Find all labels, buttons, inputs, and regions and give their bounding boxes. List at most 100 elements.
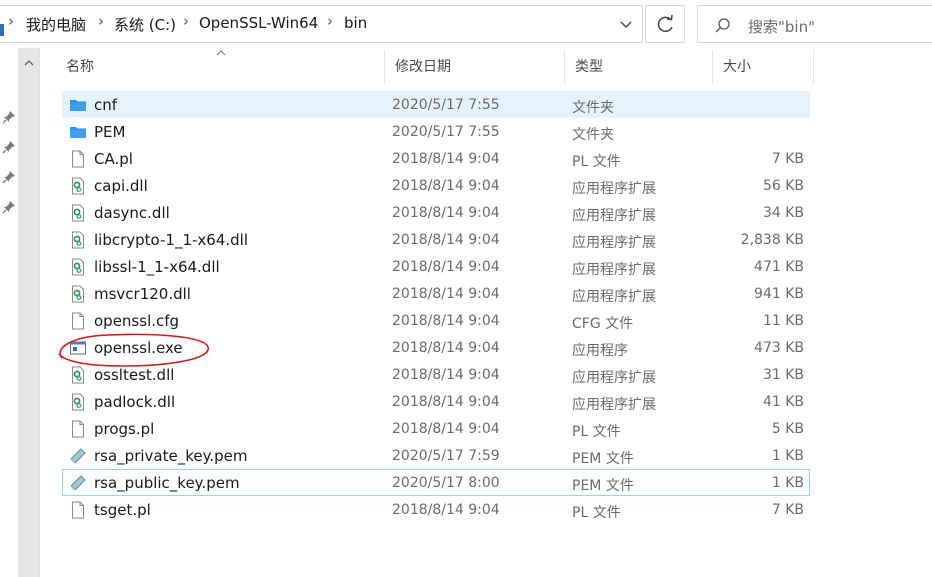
file-name: tsget.pl <box>94 501 151 519</box>
file-size: 5 KB <box>771 421 804 437</box>
file-icon <box>69 312 87 330</box>
refresh-icon <box>657 14 673 33</box>
navigation-scrollbar[interactable] <box>18 48 40 577</box>
file-name: rsa_public_key.pem <box>94 474 240 492</box>
address-bar-area: › 我的电脑 › 系统 (C:) › OpenSSL-Win64 › bin 搜… <box>0 0 932 48</box>
file-type: PEM 文件 <box>572 451 634 467</box>
file-row-libssl-1-1-x64-dll[interactable]: libssl-1_1-x64.dll 2018/8/14 9:04 应用程序扩展 47… <box>62 253 810 280</box>
file-size: 471 KB <box>754 259 804 275</box>
file-type: 应用程序扩展 <box>572 262 656 278</box>
file-date: 2018/8/14 9:04 <box>392 232 500 248</box>
column-header-date[interactable]: 修改日期 <box>385 50 565 84</box>
breadcrumb-c-drive[interactable]: 系统 (C:) <box>114 14 176 35</box>
dll-icon <box>69 393 87 411</box>
folder-icon <box>69 123 87 141</box>
file-date: 2020/5/17 7:55 <box>392 124 500 140</box>
file-date: 2018/8/14 9:04 <box>392 421 500 437</box>
file-type: 应用程序扩展 <box>572 370 656 386</box>
file-row-ossltest-dll[interactable]: ossltest.dll 2018/8/14 9:04 应用程序扩展 31 KB <box>62 361 810 388</box>
file-size: 2,838 KB <box>740 232 804 248</box>
navigation-pane-strip <box>0 48 18 577</box>
file-name: openssl.exe <box>94 339 183 357</box>
file-date: 2018/8/14 9:04 <box>392 151 500 167</box>
search-icon <box>715 18 730 33</box>
file-name: libssl-1_1-x64.dll <box>94 258 220 276</box>
file-date: 2018/8/14 9:04 <box>392 313 500 329</box>
file-type: 应用程序扩展 <box>572 397 656 413</box>
column-header-type[interactable]: 类型 <box>565 50 713 84</box>
file-row-padlock-dll[interactable]: padlock.dll 2018/8/14 9:04 应用程序扩展 41 KB <box>62 388 810 415</box>
dll-icon <box>69 285 87 303</box>
file-size: 1 KB <box>771 475 804 491</box>
dll-icon <box>69 258 87 276</box>
search-placeholder: 搜索"bin" <box>748 18 815 36</box>
file-row-libcrypto-1-1-x64-dll[interactable]: libcrypto-1_1-x64.dll 2018/8/14 9:04 应用程序扩… <box>62 226 810 253</box>
file-type: 应用程序扩展 <box>572 181 656 197</box>
file-row-openssl-cfg[interactable]: openssl.cfg 2018/8/14 9:04 CFG 文件 11 KB <box>62 307 810 334</box>
chevron-right-icon[interactable]: › <box>327 12 333 30</box>
file-date: 2020/5/17 7:59 <box>392 448 500 464</box>
file-row-progs-pl[interactable]: progs.pl 2018/8/14 9:04 PL 文件 5 KB <box>62 415 810 442</box>
file-size: 1 KB <box>771 448 804 464</box>
dll-icon <box>69 204 87 222</box>
address-bar[interactable] <box>0 5 643 43</box>
scroll-up-icon[interactable] <box>18 56 40 70</box>
file-icon <box>69 501 87 519</box>
file-row-dasync-dll[interactable]: dasync.dll 2018/8/14 9:04 应用程序扩展 34 KB <box>62 199 810 226</box>
file-date: 2020/5/17 8:00 <box>392 475 500 491</box>
file-row-ca-pl[interactable]: CA.pl 2018/8/14 9:04 PL 文件 7 KB <box>62 145 810 172</box>
pem-icon <box>69 474 87 492</box>
pin-icon[interactable] <box>2 110 16 124</box>
file-row-rsa-private-key-pem[interactable]: rsa_private_key.pem 2020/5/17 7:59 PEM 文件 1… <box>62 442 810 469</box>
file-size: 56 KB <box>762 178 804 194</box>
file-row-rsa-public-key-pem[interactable]: rsa_public_key.pem 2020/5/17 8:00 PEM 文件 1 … <box>62 469 810 496</box>
refresh-button[interactable] <box>645 5 685 43</box>
file-name: progs.pl <box>94 420 155 438</box>
file-icon <box>69 150 87 168</box>
file-type: CFG 文件 <box>572 316 634 332</box>
file-name: CA.pl <box>94 150 133 168</box>
chevron-right-icon[interactable]: › <box>98 12 104 30</box>
file-size: 11 KB <box>762 313 804 329</box>
chevron-right-icon[interactable]: › <box>183 12 189 30</box>
file-row-openssl-exe[interactable]: openssl.exe 2018/8/14 9:04 应用程序 473 KB <box>62 334 810 361</box>
file-row-tsget-pl[interactable]: tsget.pl 2018/8/14 9:04 PL 文件 7 KB <box>62 496 810 523</box>
dll-icon <box>69 231 87 249</box>
file-type: PL 文件 <box>572 505 621 521</box>
dll-icon <box>69 366 87 384</box>
address-history-dropdown[interactable] <box>614 14 638 36</box>
pem-icon <box>69 447 87 465</box>
file-list: cnf 2020/5/17 7:55 文件夹 PEM 2020/5/17 7:55 文件夹… <box>62 91 812 523</box>
exe-icon <box>69 339 87 357</box>
file-type: PL 文件 <box>572 424 621 440</box>
file-size: 7 KB <box>771 502 804 518</box>
pin-icon[interactable] <box>2 140 16 154</box>
file-type: PEM 文件 <box>572 478 634 494</box>
file-name: msvcr120.dll <box>94 285 191 303</box>
file-name: openssl.cfg <box>94 312 180 330</box>
file-type: 文件夹 <box>572 100 614 116</box>
file-date: 2018/8/14 9:04 <box>392 178 500 194</box>
pin-icon[interactable] <box>2 200 16 214</box>
sort-ascending-icon <box>216 50 226 56</box>
chevron-down-icon <box>620 21 632 28</box>
file-size: 41 KB <box>762 394 804 410</box>
search-input[interactable]: 搜索"bin" <box>697 5 932 43</box>
file-date: 2018/8/14 9:04 <box>392 394 500 410</box>
breadcrumb-openssl[interactable]: OpenSSL-Win64 <box>199 14 318 32</box>
column-header-size[interactable]: 大小 <box>713 50 814 84</box>
file-size: 34 KB <box>762 205 804 221</box>
file-row-cnf[interactable]: cnf 2020/5/17 7:55 文件夹 <box>62 91 810 118</box>
file-row-pem[interactable]: PEM 2020/5/17 7:55 文件夹 <box>62 118 810 145</box>
address-bar-edge <box>0 24 4 36</box>
file-type: 应用程序扩展 <box>572 235 656 251</box>
dll-icon <box>69 177 87 195</box>
file-name: capi.dll <box>94 177 148 195</box>
file-row-capi-dll[interactable]: capi.dll 2018/8/14 9:04 应用程序扩展 56 KB <box>62 172 810 199</box>
file-row-msvcr120-dll[interactable]: msvcr120.dll 2018/8/14 9:04 应用程序扩展 941 KB <box>62 280 810 307</box>
breadcrumb-my-computer[interactable]: 我的电脑 <box>26 14 86 35</box>
breadcrumb-bin[interactable]: bin <box>344 14 367 32</box>
file-date: 2018/8/14 9:04 <box>392 367 500 383</box>
file-size: 941 KB <box>754 286 804 302</box>
pin-icon[interactable] <box>2 170 16 184</box>
